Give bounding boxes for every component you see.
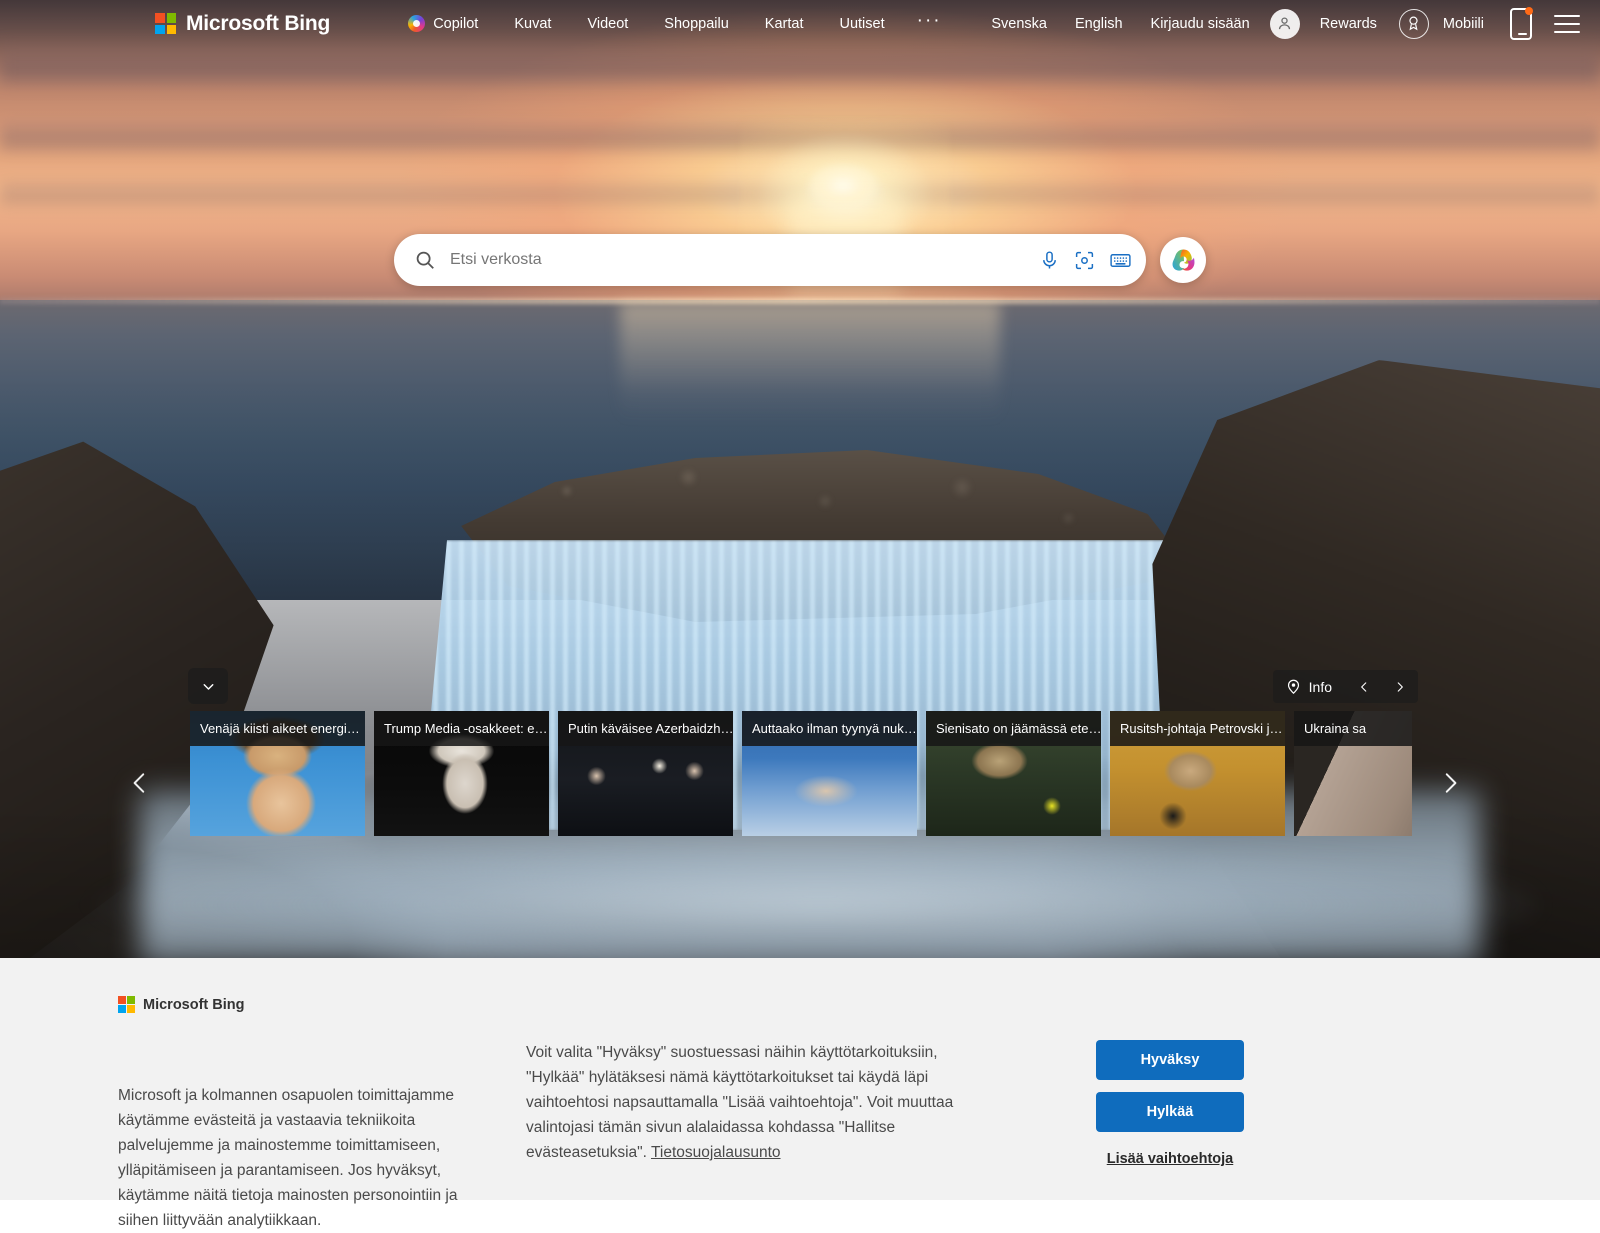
search-icon — [414, 249, 436, 271]
nav-item-kuvat[interactable]: Kuvat — [496, 10, 569, 38]
copilot-icon — [408, 15, 426, 32]
microsoft-logo-icon — [155, 13, 176, 34]
chevron-down-icon — [203, 683, 213, 690]
hero-background: Microsoft Bing Copilot Kuvat Videot Shop… — [0, 0, 1600, 958]
rewards-medal-icon[interactable] — [1398, 8, 1429, 39]
privacy-statement-link[interactable]: Tietosuojalausunto — [651, 1144, 781, 1161]
nav-label: Copilot — [433, 15, 479, 32]
carousel-prev-button[interactable] — [118, 752, 162, 814]
news-card-title: Putin käväisee Azerbaidzh… — [558, 711, 733, 746]
nav-label: Kuvat — [514, 15, 552, 32]
microphone-icon[interactable] — [1039, 250, 1060, 271]
chevron-left-icon — [133, 773, 145, 793]
nav-item-shoppailu[interactable]: Shoppailu — [646, 10, 747, 38]
nav-item-copilot[interactable]: Copilot — [390, 9, 496, 38]
water-mist-foreground — [60, 845, 1540, 958]
nav-label: Kartat — [764, 15, 804, 32]
search-area — [0, 234, 1600, 286]
location-pin-icon — [1287, 679, 1299, 695]
news-carousel[interactable]: Venäjä kiisti aikeet energi… Trump Media… — [190, 711, 1412, 836]
rewards-link[interactable]: Rewards — [1306, 10, 1391, 38]
news-card-title: Trump Media -osakkeet: e… — [374, 711, 549, 746]
nav-label: Videot — [587, 15, 629, 32]
news-card[interactable]: Venäjä kiisti aikeet energi… — [190, 711, 365, 836]
cookie-paragraph-2: Voit valita "Hyväksy" suostuessasi näihi… — [526, 1040, 978, 1165]
reject-button[interactable]: Hylkää — [1096, 1092, 1244, 1132]
cookie-paragraph-1: Microsoft ja kolmannen osapuolen toimitt… — [118, 1087, 458, 1229]
mobile-link[interactable]: Mobiili — [1429, 10, 1498, 38]
carousel-collapse-button[interactable] — [188, 668, 228, 704]
copilot-icon — [1172, 249, 1194, 271]
news-card[interactable]: Putin käväisee Azerbaidzh… — [558, 711, 733, 836]
news-card-title: Venäjä kiisti aikeet energi… — [190, 711, 365, 746]
info-controls: Info — [1272, 670, 1418, 703]
visual-search-icon[interactable] — [1074, 250, 1095, 271]
info-prev-button[interactable] — [1346, 670, 1382, 703]
brand-name: Microsoft Bing — [186, 11, 331, 35]
medal-icon — [1409, 16, 1419, 31]
news-card-title: Auttaako ilman tyynyä nuk… — [742, 711, 917, 746]
copilot-button[interactable] — [1160, 237, 1206, 283]
more-options-link[interactable]: Lisää vaihtoehtoja — [1096, 1151, 1244, 1167]
person-icon — [1279, 17, 1291, 30]
mobile-phone-icon[interactable] — [1510, 6, 1533, 40]
news-card-title: Ukraina sa — [1294, 711, 1412, 746]
nav-item-uutiset[interactable]: Uutiset — [821, 10, 902, 38]
hamburger-menu-icon[interactable] — [1554, 14, 1580, 33]
keyboard-icon[interactable] — [1109, 249, 1132, 272]
nav-item-kartat[interactable]: Kartat — [747, 10, 822, 38]
chevron-right-icon — [1445, 773, 1457, 793]
header-right-group: Svenska English Kirjaudu sisään Rewards … — [977, 6, 1580, 40]
accept-button[interactable]: Hyväksy — [1096, 1040, 1244, 1080]
news-card[interactable]: Trump Media -osakkeet: e… — [374, 711, 549, 836]
nav-item-videot[interactable]: Videot — [569, 10, 646, 38]
cookie-brand-name: Microsoft Bing — [143, 996, 245, 1013]
chevron-right-icon — [1397, 681, 1403, 692]
cloud-band — [0, 40, 1600, 88]
news-card[interactable]: Sienisato on jäämässä ete… — [926, 711, 1101, 836]
news-card[interactable]: Rusitsh-johtaja Petrovski j… — [1110, 711, 1285, 836]
notification-dot — [1525, 6, 1533, 15]
sign-in-link[interactable]: Kirjaudu sisään — [1137, 10, 1264, 38]
news-card-title: Sienisato on jäämässä ete… — [926, 711, 1101, 746]
main-nav: Copilot Kuvat Videot Shoppailu Kartat Uu… — [390, 9, 955, 38]
top-navigation-bar: Microsoft Bing Copilot Kuvat Videot Shop… — [0, 0, 1600, 47]
search-input[interactable] — [450, 251, 1039, 269]
info-button[interactable]: Info — [1273, 678, 1346, 695]
cookie-actions: Hyväksy Hylkää Lisää vaihtoehtoja — [1096, 1040, 1244, 1167]
cookie-brand: Microsoft Bing — [118, 996, 245, 1013]
language-english-link[interactable]: English — [1061, 10, 1137, 38]
bing-logo[interactable]: Microsoft Bing — [155, 12, 330, 36]
search-box[interactable] — [394, 234, 1146, 286]
avatar[interactable] — [1269, 8, 1300, 39]
info-label: Info — [1308, 678, 1332, 695]
language-svenska-link[interactable]: Svenska — [977, 10, 1061, 38]
nav-label: Uutiset — [839, 15, 885, 32]
more-menu-icon[interactable]: ··· — [903, 10, 956, 32]
news-card[interactable]: Auttaako ilman tyynyä nuk… — [742, 711, 917, 836]
news-card-title: Rusitsh-johtaja Petrovski j… — [1110, 711, 1285, 746]
chevron-left-icon — [1361, 681, 1367, 692]
nav-label: Shoppailu — [664, 15, 729, 32]
microsoft-logo-icon — [118, 996, 135, 1013]
info-next-button[interactable] — [1382, 670, 1418, 703]
news-card[interactable]: Ukraina sa — [1294, 711, 1412, 836]
carousel-next-button[interactable] — [1428, 752, 1472, 814]
